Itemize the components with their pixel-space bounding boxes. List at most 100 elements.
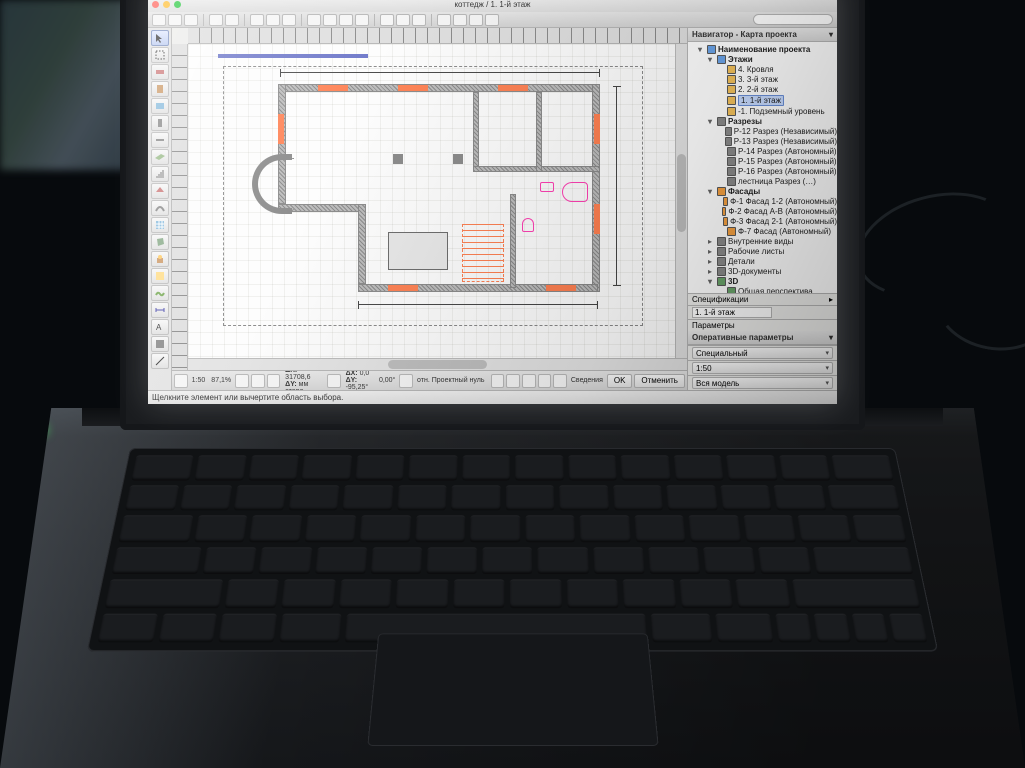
toolbar-button[interactable]	[412, 14, 426, 26]
toolbar-button[interactable]	[396, 14, 410, 26]
undo-button[interactable]	[209, 14, 223, 26]
snap-button[interactable]	[506, 374, 520, 388]
toolbar-button[interactable]	[339, 14, 353, 26]
status-bar: Щелкните элемент или вычертите область в…	[148, 390, 837, 404]
laptop-base	[0, 408, 1025, 768]
snap-button[interactable]	[491, 374, 505, 388]
snap-button[interactable]	[538, 374, 552, 388]
redo-button[interactable]	[225, 14, 239, 26]
ruler-vertical	[172, 44, 188, 370]
angle-xy: ΔX: 0,0 ΔY: -95,25°	[343, 370, 375, 390]
toolbar-button[interactable]	[453, 14, 467, 26]
toolbar-button[interactable]	[437, 14, 451, 26]
text-tool[interactable]: A	[151, 319, 169, 335]
coord-button[interactable]	[327, 374, 341, 388]
ruler-horizontal	[188, 28, 687, 44]
window-tool[interactable]	[151, 98, 169, 114]
main-toolbar	[148, 12, 837, 28]
panel-toggle-icon[interactable]: ▾	[829, 333, 833, 342]
dimension-tool[interactable]	[151, 302, 169, 318]
new-button[interactable]	[152, 14, 166, 26]
spec-story-field[interactable]	[692, 307, 772, 318]
curtainwall-tool[interactable]	[151, 217, 169, 233]
toolbar-button[interactable]	[469, 14, 483, 26]
arrow-tool[interactable]	[151, 30, 169, 46]
section-item: лестница Разрез (…)	[738, 177, 816, 186]
section-item: Р-14 Разрез (Автономный)	[738, 147, 837, 156]
ok-button[interactable]: OK	[607, 374, 633, 388]
keyboard[interactable]	[87, 448, 939, 651]
altitude-label: отн. Проектный нуль	[415, 377, 486, 384]
toolbar-button[interactable]	[485, 14, 499, 26]
story-item: 3. 3-й этаж	[738, 75, 778, 84]
panel-menu-icon[interactable]: ▾	[829, 30, 833, 39]
elevation-item: Ф-3 Фасад 2-1 (Автономный)	[730, 217, 837, 226]
details-group: Детали	[728, 257, 755, 266]
project-root: Наименование проекта	[718, 45, 810, 54]
snap-button[interactable]	[553, 374, 567, 388]
toolbar-button[interactable]	[355, 14, 369, 26]
shell-tool[interactable]	[151, 200, 169, 216]
toolbar-button[interactable]	[323, 14, 337, 26]
toolbar-button[interactable]	[380, 14, 394, 26]
floorplan-viewport[interactable]	[172, 28, 687, 370]
cancel-button[interactable]: Отменить	[634, 374, 685, 388]
open-button[interactable]	[168, 14, 182, 26]
scrollbar-horizontal[interactable]	[188, 358, 687, 370]
cut-button[interactable]	[250, 14, 264, 26]
object-tool[interactable]	[151, 251, 169, 267]
zoom-readout[interactable]: 87,1%	[209, 377, 233, 384]
panel-toggle-icon[interactable]: ▸	[829, 295, 833, 304]
window-titlebar[interactable]: коттедж / 1. 1-й этаж	[148, 0, 837, 12]
marquee-tool[interactable]	[151, 47, 169, 63]
line-tool[interactable]	[151, 353, 169, 369]
copy-button[interactable]	[266, 14, 280, 26]
spec-panel: Спецификации ▸	[688, 293, 837, 305]
paste-button[interactable]	[282, 14, 296, 26]
scale-readout[interactable]: 1:50	[190, 377, 208, 384]
drawing-canvas[interactable]	[188, 44, 675, 358]
save-button[interactable]	[184, 14, 198, 26]
quick-options-header[interactable]: Оперативные параметры	[692, 333, 793, 342]
door-tool[interactable]	[151, 81, 169, 97]
beam-tool[interactable]	[151, 132, 169, 148]
sections-group: Разрезы	[728, 117, 762, 126]
stair-tool[interactable]	[151, 166, 169, 182]
coord-button[interactable]	[399, 374, 413, 388]
navigator-panel: Навигатор - Карта проекта▾ ▾Наименование…	[687, 28, 837, 390]
story-item: -1. Подземный уровень	[738, 107, 825, 116]
params-button[interactable]: Параметры	[692, 321, 735, 330]
section-item: Р-16 Разрез (Автономный)	[738, 167, 837, 176]
coordinate-bar: 1:50 87,1% ΔX: 31708,6 ΔY: мм сторо… ΔX:…	[172, 370, 687, 390]
delta-xy: ΔX: 31708,6 ΔY: мм сторо…	[282, 370, 325, 390]
trackpad[interactable]	[367, 633, 658, 746]
roof-tool[interactable]	[151, 183, 169, 199]
layer-combo[interactable]: Специальный	[696, 349, 748, 358]
3d-group: 3D	[728, 277, 738, 286]
slab-tool[interactable]	[151, 149, 169, 165]
wall-tool[interactable]	[151, 64, 169, 80]
project-tree[interactable]: ▾Наименование проекта ▾Этажи 4. Кровля 3…	[688, 42, 837, 293]
search-input[interactable]	[753, 14, 833, 25]
toolbar-button[interactable]	[307, 14, 321, 26]
navigator-header[interactable]: Навигатор - Карта проекта▾	[688, 28, 837, 42]
laptop-lid: Перейти ▾ ▮▯ Пт, 1 июня 11:23 коттедж / …	[120, 0, 865, 430]
section-item: Р-13 Разрез (Независимый)	[734, 137, 837, 146]
morph-tool[interactable]	[151, 234, 169, 250]
column-tool[interactable]	[151, 115, 169, 131]
elevation-item: Ф-2 Фасад А-В (Автономный)	[728, 207, 837, 216]
interior-views-group: Внутренние виды	[728, 237, 793, 246]
model-combo[interactable]: Вся модель	[696, 379, 739, 388]
scale-combo[interactable]: 1:50	[696, 364, 712, 373]
view-button[interactable]	[174, 374, 188, 388]
fill-tool[interactable]	[151, 336, 169, 352]
scrollbar-vertical[interactable]	[675, 44, 687, 358]
coord-button[interactable]	[267, 374, 281, 388]
coord-button[interactable]	[235, 374, 249, 388]
section-item: Р-12 Разрез (Независимый)	[734, 127, 837, 136]
zone-tool[interactable]	[151, 268, 169, 284]
mesh-tool[interactable]	[151, 285, 169, 301]
coord-button[interactable]	[251, 374, 265, 388]
snap-button[interactable]	[522, 374, 536, 388]
floor-plan	[218, 54, 648, 334]
